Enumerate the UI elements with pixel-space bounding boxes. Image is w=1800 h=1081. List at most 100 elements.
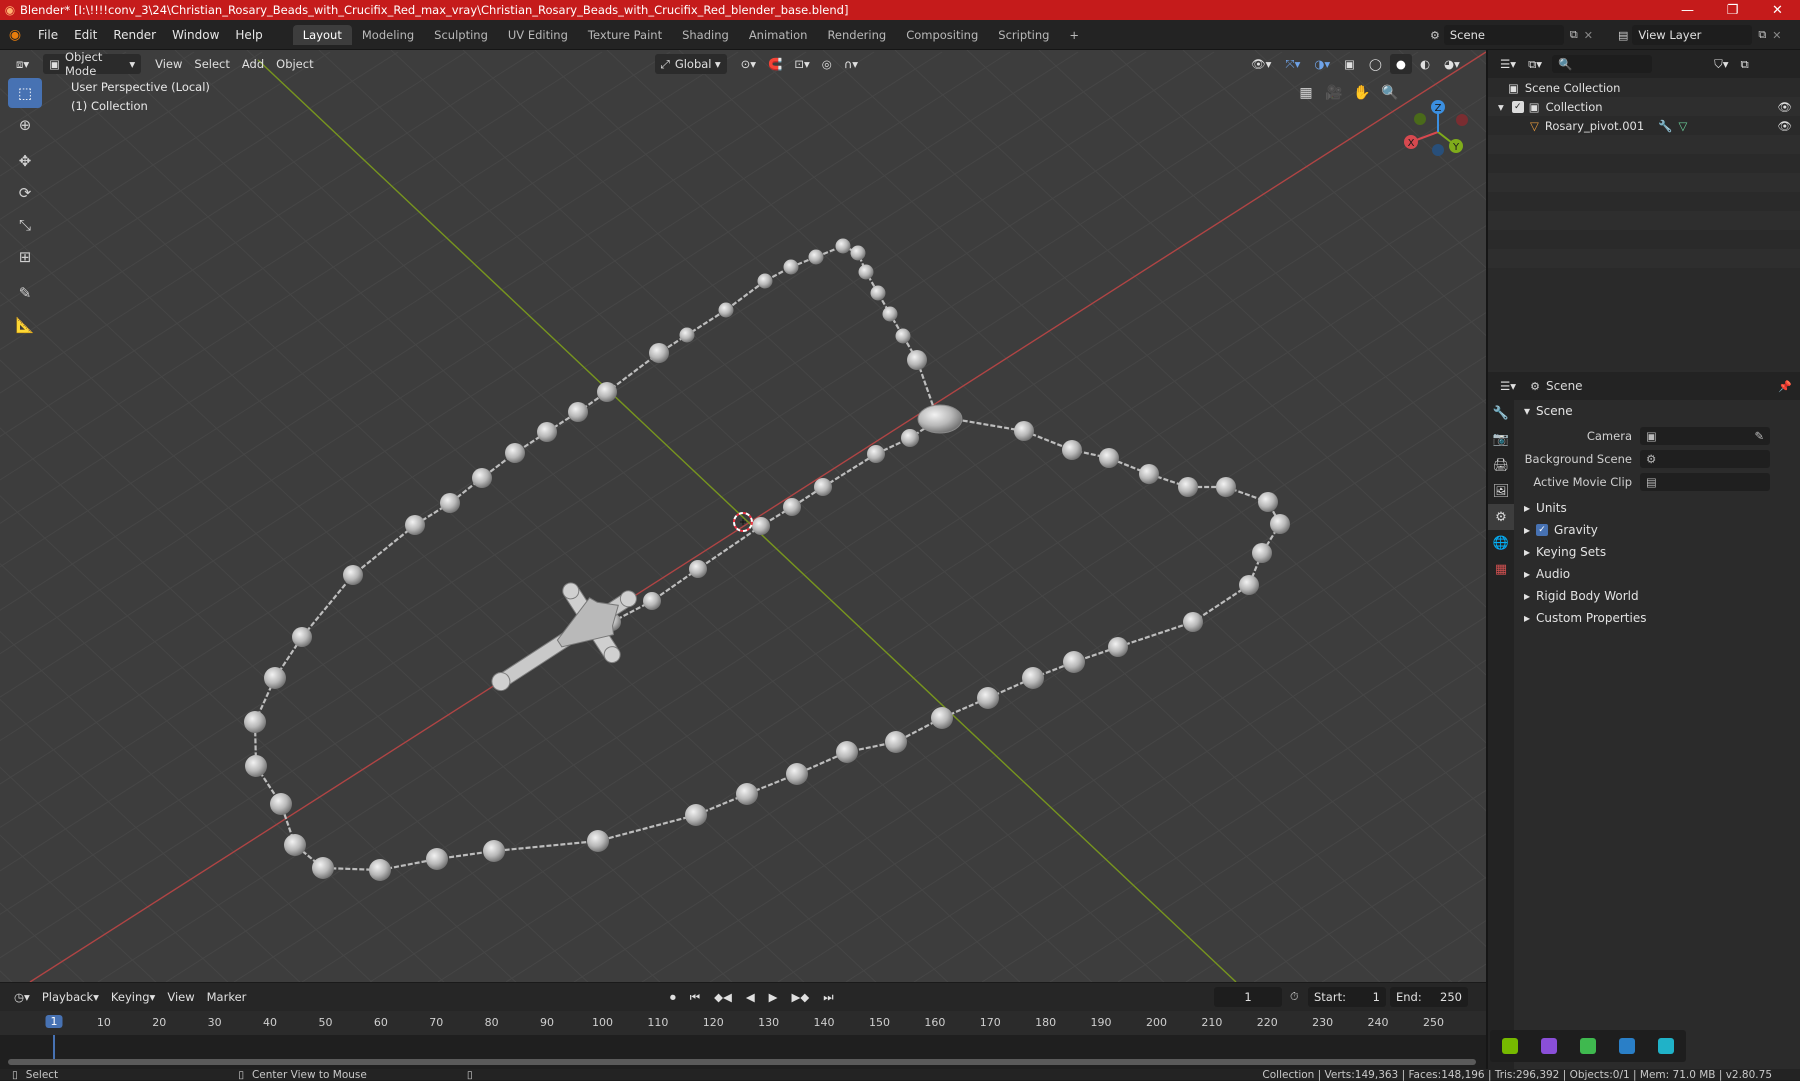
perspective-toggle-icon[interactable]: ▦ <box>1294 81 1318 105</box>
snap-target-icon[interactable]: ⊡▾ <box>788 54 815 74</box>
editor-type-icon[interactable]: ⧈▾ <box>10 54 35 74</box>
preview-range-icon[interactable]: ⏱ <box>1290 990 1299 1004</box>
play-icon[interactable]: ▶ <box>763 987 784 1007</box>
scene-selector[interactable]: Scene <box>1443 25 1564 45</box>
audio-panel-header[interactable]: ▸ Audio <box>1514 563 1800 585</box>
timeline-editor-type-icon[interactable]: ◷▾ <box>8 987 36 1007</box>
shading-rendered-icon[interactable]: ◕▾ <box>1438 54 1466 74</box>
close-button[interactable]: ✕ <box>1755 0 1800 20</box>
jump-end-icon[interactable]: ⏭ <box>817 987 839 1007</box>
transform-tool-icon[interactable]: ⊞ <box>8 242 42 272</box>
view-layer-selector[interactable]: View Layer <box>1632 25 1753 45</box>
mesh-data-icon[interactable]: ▽ <box>1678 119 1687 133</box>
play-reverse-icon[interactable]: ◀ <box>740 987 761 1007</box>
scene-new-icon[interactable]: ⧉ <box>1570 28 1578 42</box>
eye-icon[interactable]: 👁 <box>1777 119 1792 133</box>
shading-wireframe-icon[interactable]: ◯ <box>1363 54 1388 74</box>
visibility-icon[interactable]: 👁▾ <box>1245 54 1277 74</box>
menu-window[interactable]: Window <box>164 28 227 42</box>
pan-hand-icon[interactable]: ✋ <box>1350 81 1374 105</box>
scene-remove-icon[interactable]: ✕ <box>1584 29 1593 42</box>
maximize-button[interactable]: ❐ <box>1710 0 1755 20</box>
display-mode-icon[interactable]: ⧉▾ <box>1522 54 1548 74</box>
security-tray-icon[interactable] <box>1579 1038 1596 1054</box>
eyedropper-icon[interactable]: ✎ <box>1754 429 1764 443</box>
outliner-row-object[interactable]: ▽ Rosary_pivot.001 🔧 ▽ 👁 <box>1488 116 1800 135</box>
navigation-gizmo[interactable]: X Y Z <box>1398 92 1478 172</box>
gravity-panel-header[interactable]: ▸ ✓ Gravity <box>1514 519 1800 541</box>
menu-file[interactable]: File <box>30 28 66 42</box>
jump-start-icon[interactable]: ⏮ <box>684 987 706 1007</box>
blender-menu-icon[interactable]: ◉ <box>0 27 30 43</box>
menu-edit[interactable]: Edit <box>66 28 105 42</box>
tab-animation[interactable]: Animation <box>739 25 818 45</box>
menu-select[interactable]: Select <box>188 54 235 74</box>
scale-tool-icon[interactable]: ⤡ <box>8 210 42 240</box>
units-panel-header[interactable]: ▸ Units <box>1514 497 1800 519</box>
jump-keyframe-forward-icon[interactable]: ▶◆ <box>786 987 816 1007</box>
world-tab-icon[interactable]: 🌐 <box>1488 530 1514 556</box>
timeline-scrollbar[interactable] <box>8 1059 1476 1065</box>
outliner-row-collection[interactable]: ▾ ✓ ▣ Collection 👁 <box>1488 97 1800 116</box>
record-icon[interactable]: ⏺ <box>664 987 682 1007</box>
end-frame-field[interactable]: End: 250 <box>1390 987 1468 1007</box>
outliner-editor-type-icon[interactable]: ☰▾ <box>1494 54 1522 74</box>
falloff-icon[interactable]: ∩▾ <box>838 54 864 74</box>
new-collection-icon[interactable]: ⧉ <box>1734 54 1754 74</box>
outliner-search-input[interactable]: 🔍 <box>1552 55 1653 73</box>
nvidia-icon[interactable] <box>1501 1038 1518 1054</box>
properties-editor-type-icon[interactable]: ☰▾ <box>1494 376 1522 396</box>
tab-modeling[interactable]: Modeling <box>352 25 424 45</box>
network-tray-icon[interactable] <box>1658 1038 1675 1054</box>
view-layer-tab-icon[interactable]: 🖼 <box>1488 478 1514 504</box>
overlay-toggle-icon[interactable]: ◑▾ <box>1308 54 1336 74</box>
cursor-tool-icon[interactable]: ⊕ <box>8 110 42 140</box>
orientation-selector[interactable]: ⤢ Global ▾ <box>654 54 727 74</box>
camera-view-icon[interactable]: 🎥 <box>1322 81 1346 105</box>
scene-tab-icon[interactable]: ⚙ <box>1488 504 1514 530</box>
gizmo-toggle-icon[interactable]: ⤧▾ <box>1279 54 1306 74</box>
gravity-checkbox[interactable]: ✓ <box>1536 524 1549 536</box>
menu-help[interactable]: Help <box>227 28 270 42</box>
pin-icon[interactable]: 📌 <box>1778 380 1792 393</box>
app-tray-icon[interactable] <box>1540 1038 1557 1054</box>
proportional-edit-icon[interactable]: ◎ <box>816 54 838 74</box>
modifier-wrench-icon[interactable]: 🔧 <box>1658 119 1672 133</box>
add-workspace-button[interactable]: + <box>1059 25 1089 45</box>
viewport-scene[interactable] <box>0 50 1486 982</box>
tab-sculpting[interactable]: Sculpting <box>424 25 498 45</box>
filter-icon[interactable]: ⛉▾ <box>1708 54 1734 74</box>
exclude-checkbox[interactable]: ✓ <box>1511 100 1524 113</box>
rigid-body-world-panel-header[interactable]: ▸ Rigid Body World <box>1514 585 1800 607</box>
tab-scripting[interactable]: Scripting <box>988 25 1059 45</box>
menu-timeline-view[interactable]: View <box>161 987 200 1007</box>
outliner-row-scene-collection[interactable]: ▣ Scene Collection <box>1488 78 1800 97</box>
menu-keying[interactable]: Keying ▾ <box>105 987 161 1007</box>
camera-field[interactable]: ▣ ✎ <box>1640 426 1770 445</box>
timeline-ruler[interactable]: 1 10 20 30 40 50 60 70 80 90 100 110 120 130 140 150 160… <box>0 1011 1486 1035</box>
tab-layout[interactable]: Layout <box>292 24 352 45</box>
view-layer-new-icon[interactable]: ⧉ <box>1758 28 1766 42</box>
render-tab-icon[interactable]: 📷 <box>1488 426 1514 452</box>
mode-selector[interactable]: ▣ Object Mode ▾ <box>43 50 142 78</box>
texture-tab-icon[interactable]: ▦ <box>1488 556 1514 582</box>
scene-panel-header[interactable]: ▾ Scene <box>1514 400 1800 422</box>
background-scene-field[interactable]: ⚙ <box>1640 449 1770 468</box>
tool-tab-icon[interactable]: 🔧 <box>1488 400 1514 426</box>
tab-compositing[interactable]: Compositing <box>896 25 988 45</box>
minimize-button[interactable]: — <box>1665 0 1710 20</box>
tab-uv-editing[interactable]: UV Editing <box>498 25 578 45</box>
view-layer-remove-icon[interactable]: ✕ <box>1772 29 1781 42</box>
select-box-tool-icon[interactable]: ⬚ <box>8 78 42 108</box>
current-frame-field[interactable]: 1 <box>1214 987 1282 1007</box>
tab-rendering[interactable]: Rendering <box>817 25 896 45</box>
rotate-tool-icon[interactable]: ⟳ <box>8 178 42 208</box>
move-tool-icon[interactable]: ✥ <box>8 146 42 176</box>
snap-icon[interactable]: 🧲 <box>762 54 788 74</box>
menu-marker[interactable]: Marker <box>201 987 253 1007</box>
custom-properties-panel-header[interactable]: ▸ Custom Properties <box>1514 607 1800 629</box>
output-tab-icon[interactable]: 🖨 <box>1488 452 1514 478</box>
3d-viewport[interactable]: ⧈▾ ▣ Object Mode ▾ View Select Add Object … <box>0 50 1486 982</box>
menu-add[interactable]: Add <box>236 54 270 74</box>
jump-keyframe-back-icon[interactable]: ◆◀ <box>708 987 738 1007</box>
